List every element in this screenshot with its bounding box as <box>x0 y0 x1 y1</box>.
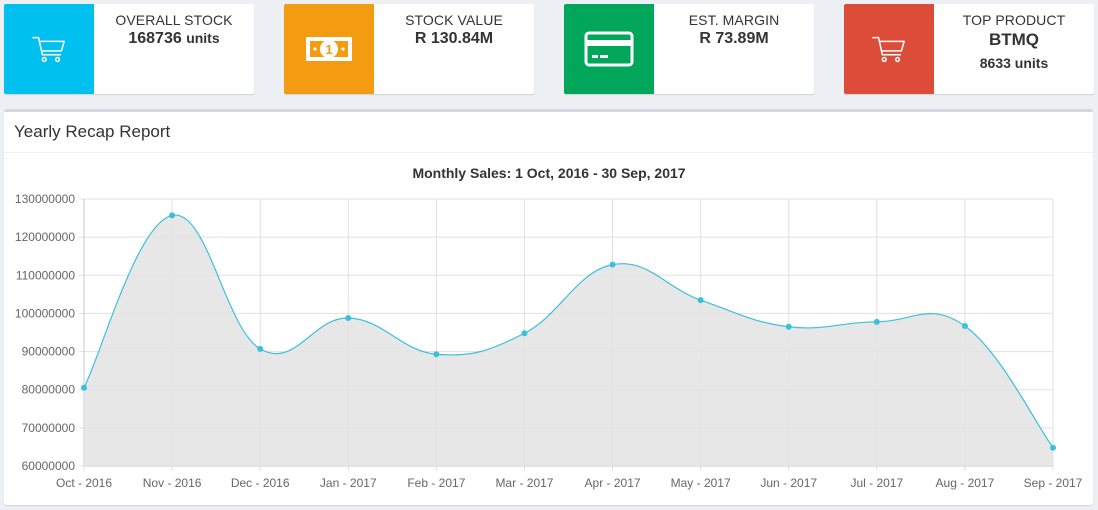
y-tick-label: 90000000 <box>22 345 76 359</box>
money-icon: 1 <box>306 37 352 61</box>
icon-area <box>4 4 94 94</box>
x-tick-label: Oct - 2016 <box>56 476 112 490</box>
credit-card-icon <box>584 31 634 67</box>
sales-area-fill <box>84 215 1053 466</box>
x-tick-label: Dec - 2016 <box>231 476 290 490</box>
chart-area-layer <box>83 214 1054 466</box>
shopping-cart-icon <box>32 36 65 63</box>
info-box-content: TOP PRODUCT BTMQ 8633 units <box>934 4 1094 71</box>
info-box-content: STOCK VALUE R 130.84M <box>374 4 534 48</box>
stat-value: BTMQ <box>988 30 1040 49</box>
info-box-est-margin: EST. MARGIN R 73.89M <box>564 4 814 94</box>
x-tick-label: Sep - 2017 <box>1024 476 1083 490</box>
shopping-cart-icon <box>872 36 905 63</box>
data-point[interactable] <box>169 212 176 219</box>
stat-sub: 8633 units <box>979 55 1049 71</box>
data-point[interactable] <box>785 323 792 330</box>
data-point[interactable] <box>521 330 528 337</box>
icon-area <box>564 4 654 94</box>
chart-title: Monthly Sales: 1 Oct, 2016 - 30 Sep, 201… <box>412 165 685 181</box>
info-box-stock-value: 1 STOCK VALUE R 130.84M <box>284 4 534 94</box>
y-tick-label: 80000000 <box>22 383 76 397</box>
data-point[interactable] <box>257 345 264 352</box>
x-tick-label: Mar - 2017 <box>495 476 553 490</box>
data-point[interactable] <box>433 351 440 358</box>
data-point[interactable] <box>345 315 352 322</box>
data-point[interactable] <box>961 323 968 330</box>
chart-area: Monthly Sales: 1 Oct, 2016 - 30 Sep, 201… <box>4 153 1093 505</box>
stat-label: STOCK VALUE <box>405 12 503 28</box>
y-axis: 60000000 70000000 80000000 90000000 10000000… <box>15 192 75 473</box>
data-point[interactable] <box>81 384 87 391</box>
y-tick-label: 110000000 <box>16 268 76 282</box>
box-title: Yearly Recap Report <box>14 122 171 141</box>
x-tick-label: Aug - 2017 <box>936 476 995 490</box>
data-point[interactable] <box>697 297 704 304</box>
stat-label: OVERALL STOCK <box>115 12 233 28</box>
y-tick-label: 130000000 <box>15 192 75 206</box>
info-box-content: OVERALL STOCK 168736 units <box>94 4 254 48</box>
stat-number: 168736 <box>128 30 182 47</box>
x-tick-label: Feb - 2017 <box>407 476 465 490</box>
x-axis: Oct - 2016 Nov - 2016 Dec - 2016 Jan - 2017… <box>56 476 1083 490</box>
x-tick-label: Nov - 2016 <box>143 476 202 490</box>
y-tick-label: 100000000 <box>15 306 75 320</box>
stat-value: R 130.84M <box>414 30 494 47</box>
x-tick-label: May - 2017 <box>671 476 731 490</box>
y-tick-label: 60000000 <box>22 459 76 473</box>
yearly-recap-box: Yearly Recap Report Monthly Sales: 1 Oct… <box>4 109 1093 505</box>
data-point[interactable] <box>873 318 880 325</box>
x-tick-label: Jul - 2017 <box>850 476 903 490</box>
stat-value: R 73.89M <box>699 30 769 47</box>
svg-text:1: 1 <box>325 42 332 57</box>
stat-label: EST. MARGIN <box>688 12 780 28</box>
icon-area: 1 <box>284 4 374 94</box>
x-tick-label: Apr - 2017 <box>585 476 641 490</box>
monthly-sales-chart: Monthly Sales: 1 Oct, 2016 - 30 Sep, 201… <box>15 165 1083 490</box>
y-tick-label: 70000000 <box>22 421 76 435</box>
box-header: Yearly Recap Report <box>4 112 1093 153</box>
info-box-overall-stock: OVERALL STOCK 168736 units <box>4 4 254 94</box>
x-tick-label: Jan - 2017 <box>320 476 377 490</box>
stats-row: OVERALL STOCK 168736 units 1 STOCK VALUE… <box>4 4 1094 94</box>
icon-area <box>844 4 934 94</box>
stat-value: 168736 units <box>94 30 254 48</box>
x-tick-label: Jun - 2017 <box>760 476 817 490</box>
data-point[interactable] <box>1050 444 1056 451</box>
y-tick-label: 120000000 <box>15 230 75 244</box>
info-box-top-product: TOP PRODUCT BTMQ 8633 units <box>844 4 1094 94</box>
stat-unit: units <box>186 30 220 46</box>
data-point[interactable] <box>609 261 616 268</box>
info-box-content: EST. MARGIN R 73.89M <box>654 4 814 48</box>
stat-label: TOP PRODUCT <box>962 12 1066 28</box>
